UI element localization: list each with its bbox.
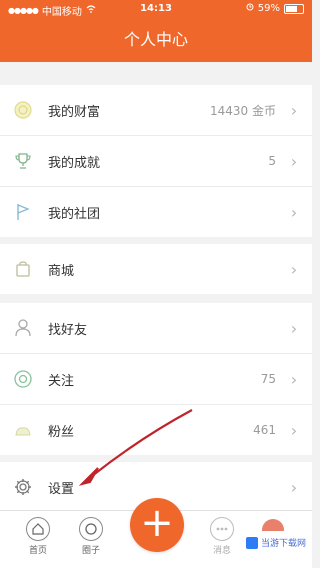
menu-row-wealth[interactable]: 我的财富 14430 金币 › — [0, 85, 312, 136]
battery-icon — [284, 3, 304, 14]
menu-row-label: 我的社团 — [48, 206, 101, 222]
tab-messages[interactable]: 消息 — [202, 517, 242, 556]
gear-icon — [12, 476, 34, 498]
menu-row-fans[interactable]: 粉丝 461 › — [0, 405, 312, 455]
eye-icon — [12, 368, 34, 390]
fans-icon — [12, 419, 34, 441]
social-group: 找好友 › 关注 75 › 粉丝 461 › — [0, 303, 312, 455]
watermark-text: 当游下载网 — [260, 539, 306, 549]
alarm-icon — [246, 3, 254, 14]
flag-icon — [12, 201, 34, 223]
tab-circle[interactable]: 圈子 — [71, 517, 111, 556]
menu-row-label: 我的财富 — [48, 104, 101, 120]
chevron-right-icon: › — [290, 420, 298, 440]
menu-row-club[interactable]: 我的社团 › — [0, 187, 312, 237]
menu-row-label: 我的成就 — [48, 155, 101, 171]
tab-label: 消息 — [212, 546, 231, 556]
menu-row-shop[interactable]: 商城 › — [0, 244, 312, 294]
menu-row-value: 14430 金币 — [210, 103, 276, 118]
watermark-logo-icon — [245, 536, 258, 549]
menu-row-label: 关注 — [48, 373, 75, 389]
watermark: 当游下载网 — [245, 536, 306, 549]
circle-icon — [79, 517, 103, 541]
shop-group: 商城 › — [0, 244, 312, 294]
chevron-right-icon: › — [290, 259, 298, 279]
header-bar: 个人中心 — [0, 18, 312, 62]
battery-percent: 59% — [257, 3, 280, 14]
menu-row-value: 5 — [268, 154, 276, 168]
add-post-button[interactable]: + — [130, 498, 184, 552]
chevron-right-icon: › — [290, 202, 298, 222]
coin-icon — [12, 99, 34, 121]
status-bar: ●●●●● 中国移动 14:13 59% — [0, 0, 312, 18]
chevron-right-icon: › — [290, 318, 298, 338]
menu-row-label: 找好友 — [48, 322, 88, 338]
menu-row-value: 75 — [260, 372, 276, 386]
menu-row-value: 461 — [253, 423, 276, 437]
tab-label: 圈子 — [81, 546, 100, 556]
trophy-icon — [12, 150, 34, 172]
page-title: 个人中心 — [123, 30, 188, 49]
menu-row-label: 设置 — [48, 481, 75, 497]
chevron-right-icon: › — [290, 151, 298, 171]
chevron-right-icon: › — [290, 369, 298, 389]
home-icon — [26, 517, 50, 541]
chevron-right-icon: › — [290, 100, 298, 120]
menu-row-find-friends[interactable]: 找好友 › — [0, 303, 312, 354]
person-icon — [12, 317, 34, 339]
menu-row-following[interactable]: 关注 75 › — [0, 354, 312, 405]
avatar[interactable] — [262, 519, 284, 531]
menu-row-achievements[interactable]: 我的成就 5 › — [0, 136, 312, 187]
chevron-right-icon: › — [290, 477, 298, 497]
tab-home[interactable]: 首页 — [18, 517, 58, 556]
menu-row-label: 商城 — [48, 263, 75, 279]
tab-label: 首页 — [28, 546, 47, 556]
message-icon — [210, 517, 234, 541]
menu-row-label: 粉丝 — [48, 424, 75, 440]
shopping-bag-icon — [12, 258, 34, 280]
wealth-group: 我的财富 14430 金币 › 我的成就 5 › 我的社团 › — [0, 85, 312, 237]
